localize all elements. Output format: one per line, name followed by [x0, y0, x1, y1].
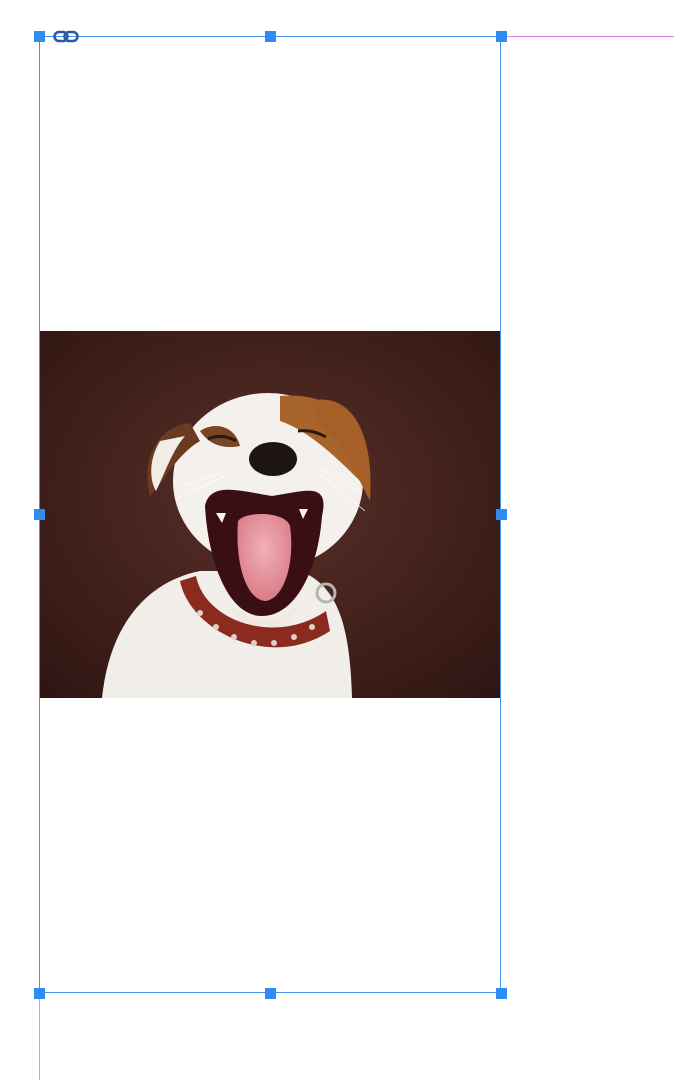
vertical-guide-line: [39, 994, 40, 1080]
resize-handle-top-right[interactable]: [496, 31, 507, 42]
design-canvas[interactable]: [0, 0, 674, 1080]
resize-handle-bottom-center[interactable]: [265, 988, 276, 999]
chain-link-icon[interactable]: [53, 29, 79, 45]
resize-handle-middle-right[interactable]: [496, 509, 507, 520]
resize-handle-top-center[interactable]: [265, 31, 276, 42]
horizontal-guide-line: [502, 36, 674, 37]
resize-handle-middle-left[interactable]: [34, 509, 45, 520]
resize-handle-top-left[interactable]: [34, 31, 45, 42]
resize-handle-bottom-left[interactable]: [34, 988, 45, 999]
resize-handle-bottom-right[interactable]: [496, 988, 507, 999]
selection-frame[interactable]: [39, 36, 501, 993]
